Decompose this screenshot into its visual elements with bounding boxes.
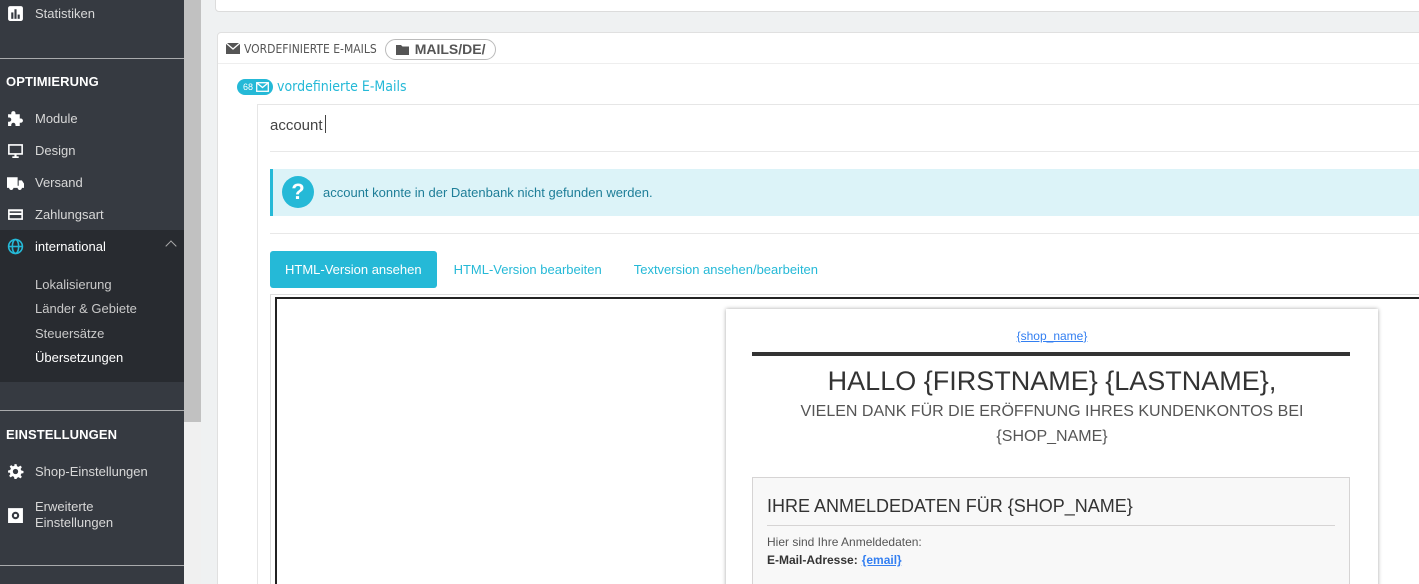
path-badge: MAILS/DE/: [384, 38, 497, 60]
search-input[interactable]: account: [270, 115, 326, 134]
panel-heading: VORDEFINIERTE E-MAILS MAILS/DE/: [225, 38, 497, 60]
sidebar-divider: [0, 410, 184, 411]
credit-card-icon: [6, 205, 24, 223]
sidebar-divider: [0, 58, 184, 59]
email-thanks-text: VIELEN DANK FÜR DIE ERÖFFNUNG IHRES KUND…: [800, 403, 1304, 445]
credentials-box: IHRE ANMELDEDATEN FÜR {SHOP_NAME} Hier s…: [752, 477, 1350, 584]
sidebar-item-erweiterte-einstellungen[interactable]: Erweiterte Einstellungen: [0, 495, 184, 535]
sidebar-item-design[interactable]: Design: [0, 134, 184, 166]
panel-heading-divider: [218, 63, 1419, 64]
email-header-rule: [752, 352, 1350, 356]
envelope-outline-icon: [256, 82, 269, 92]
sidebar-item-label: Shop-Einstellungen: [35, 463, 148, 479]
bar-chart-icon: [6, 4, 24, 22]
email-count-badge: 68: [237, 79, 274, 95]
tab-html-view[interactable]: HTML-Version ansehen: [270, 251, 437, 288]
envelope-icon: [225, 42, 241, 57]
sidebar-subitem-laender[interactable]: Länder & Gebiete: [35, 301, 137, 316]
sidebar-divider: [0, 565, 184, 566]
chevron-up-icon[interactable]: [165, 240, 177, 252]
sidebar-item-statistiken[interactable]: Statistiken: [0, 0, 184, 29]
shop-name-link[interactable]: {shop_name}: [726, 329, 1378, 343]
truck-icon: [6, 173, 24, 191]
tab-text-edit[interactable]: Textversion ansehen/bearbeiten: [619, 251, 833, 288]
panel-title: VORDEFINIERTE E-MAILS: [244, 42, 377, 56]
email-version-tabs: HTML-Version ansehen HTML-Version bearbe…: [270, 251, 835, 288]
info-alert: ? account konnte in der Datenbank nicht …: [270, 169, 1419, 216]
sidebar-item-shop-einstellungen[interactable]: Shop-Einstellungen: [0, 455, 184, 487]
email-address-label: E-Mail-Adresse:: [767, 553, 858, 567]
sidebar-section-einstellungen: EINSTELLUNGEN: [6, 427, 118, 442]
puzzle-icon: [6, 109, 24, 127]
sidebar-item-module[interactable]: Module: [0, 102, 184, 134]
text-caret: [324, 115, 326, 133]
sidebar-item-label: Erweiterte: [35, 499, 94, 514]
globe-icon: [6, 237, 24, 255]
sidebar-subitem-uebersetzungen[interactable]: Übersetzungen: [35, 350, 123, 365]
divider: [270, 151, 1419, 152]
credentials-title: IHRE ANMELDEDATEN FÜR {SHOP_NAME}: [767, 496, 1133, 516]
folder-icon: [395, 44, 409, 55]
sidebar-item-label: Design: [35, 142, 76, 158]
gear-icon: [6, 462, 24, 480]
email-address-link[interactable]: {email}: [862, 553, 902, 567]
tab-html-edit[interactable]: HTML-Version bearbeiten: [439, 251, 617, 288]
sidebar: Statistiken OPTIMIERUNG Module Design Ve…: [0, 0, 184, 584]
sidebar-item-label: Statistiken: [35, 5, 95, 21]
sidebar-item-zahlungsart[interactable]: Zahlungsart: [0, 198, 184, 230]
divider: [270, 233, 1419, 234]
search-input-value: account: [270, 117, 323, 134]
sidebar-scrollbar-thumb[interactable]: [184, 0, 201, 422]
email-count-label[interactable]: vordefinierte E-Mails: [277, 79, 407, 95]
sidebar-section-optimierung: OPTIMIERUNG: [6, 74, 99, 89]
settings-box-icon: [6, 506, 24, 524]
sidebar-item-label: Module: [35, 110, 78, 126]
sidebar-item-versand[interactable]: Versand: [0, 166, 184, 198]
email-count: 68: [243, 82, 254, 92]
sidebar-item-label: Einstellungen: [35, 515, 114, 530]
question-icon: ?: [282, 176, 314, 208]
path-label: MAILS/DE/: [414, 41, 486, 57]
credentials-email-row: E-Mail-Adresse: {email}: [767, 553, 902, 567]
email-count-toggle[interactable]: 68 vordefinierte E-Mails: [237, 79, 407, 95]
sidebar-subitem-steuersaetze[interactable]: Steuersätze: [35, 326, 104, 341]
monitor-icon: [6, 141, 24, 159]
alert-message: account konnte in der Datenbank nicht ge…: [323, 185, 653, 200]
email-greeting: HALLO {FIRSTNAME} {LASTNAME},: [827, 366, 1277, 396]
previous-panel: [215, 0, 1419, 12]
credentials-divider: [767, 525, 1335, 526]
credentials-intro: Hier sind Ihre Anmeldedaten:: [767, 535, 922, 549]
sidebar-item-label: international: [35, 238, 106, 254]
sidebar-item-label: Zahlungsart: [35, 206, 104, 222]
sidebar-subitem-lokalisierung[interactable]: Lokalisierung: [35, 277, 112, 292]
sidebar-item-international[interactable]: international: [0, 230, 184, 262]
email-preview-card: {shop_name} HALLO {FIRSTNAME} {LASTNAME}…: [726, 309, 1378, 584]
sidebar-item-label: Versand: [35, 174, 83, 190]
